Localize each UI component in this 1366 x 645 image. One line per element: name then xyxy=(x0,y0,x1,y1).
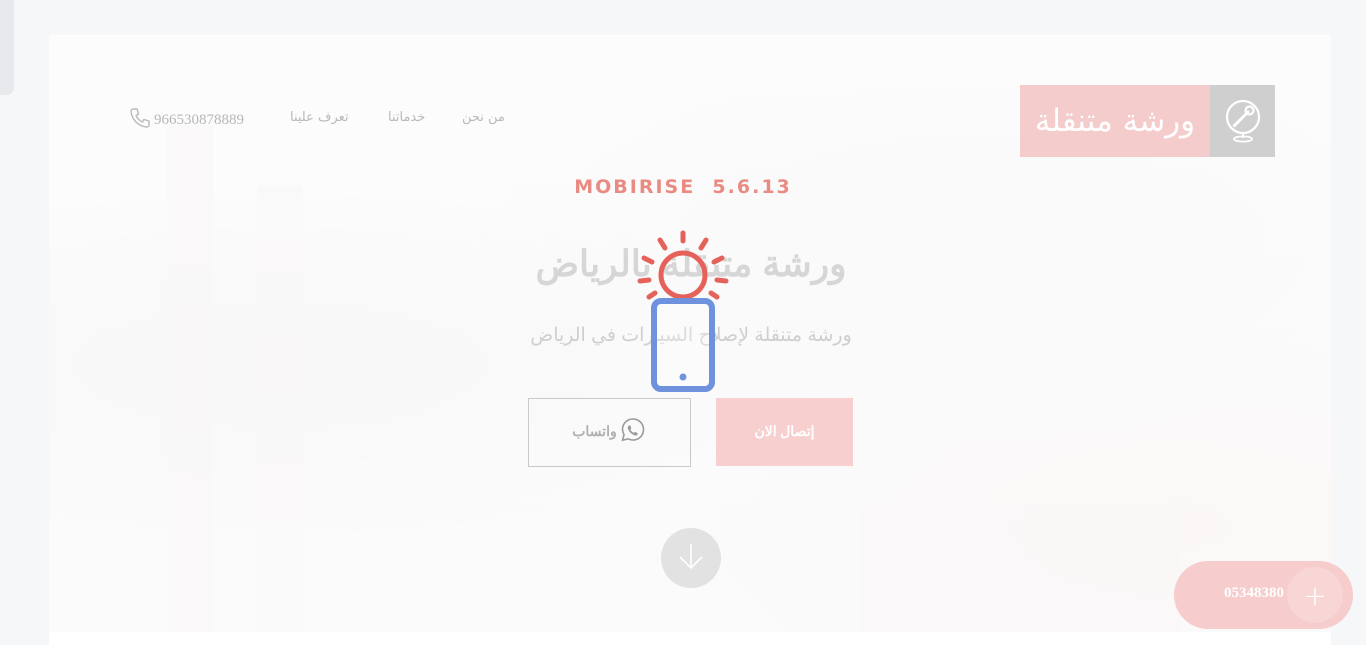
phone-number: 966530878889 xyxy=(154,112,244,128)
whatsapp-button-label: واتساب xyxy=(572,425,617,440)
scroll-down-button[interactable] xyxy=(661,528,721,588)
nav-item-services[interactable]: خدماتنا xyxy=(388,110,425,125)
nav-item-about[interactable]: من نحن xyxy=(462,110,505,125)
arrow-down-icon xyxy=(673,538,709,578)
brand-version: MOBIRISE 5.6.13 xyxy=(574,176,792,198)
next-section-edge xyxy=(49,632,1331,645)
floating-call-button[interactable]: 05348380 + xyxy=(1174,561,1353,629)
ringing-mobile-icon xyxy=(630,225,740,400)
wrench-location-icon xyxy=(1210,85,1275,157)
nav-item-know-us[interactable]: تعرف علينا xyxy=(290,110,349,125)
site-logo[interactable]: ورشة متنقلة xyxy=(1020,85,1275,157)
plus-icon[interactable]: + xyxy=(1287,567,1343,623)
whatsapp-button[interactable]: واتساب xyxy=(528,398,691,467)
phone-link[interactable]: 966530878889 xyxy=(128,106,244,135)
phone-icon xyxy=(128,106,152,135)
fab-phone-number: 05348380 xyxy=(1224,585,1284,601)
logo-text: ورشة متنقلة xyxy=(1020,85,1210,157)
navbar: ورشة متنقلة من نحن خدماتنا تعرف علينا 96… xyxy=(0,0,1366,170)
call-now-button[interactable]: إتصال الان xyxy=(716,398,853,466)
whatsapp-icon xyxy=(619,416,647,449)
